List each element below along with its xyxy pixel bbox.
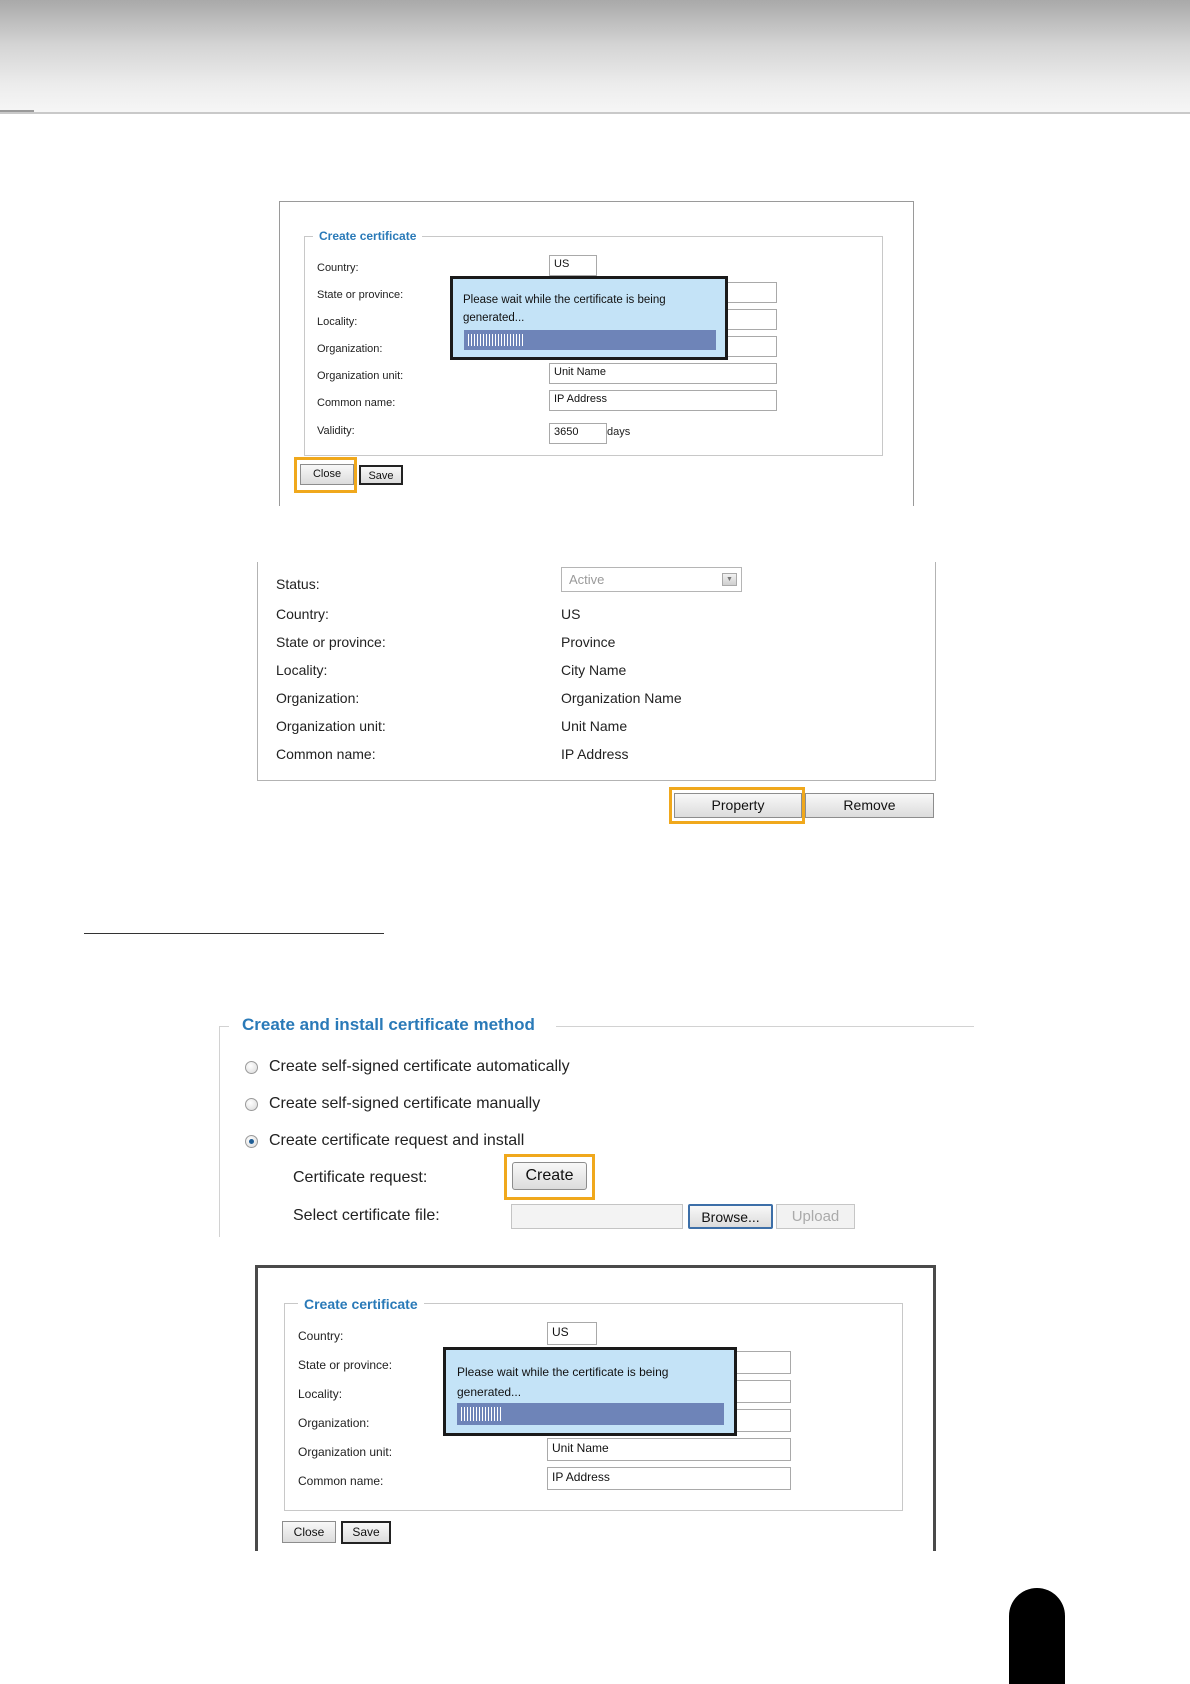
radio-manual-label: Create self-signed certificate manually [269,1095,541,1112]
validity-field[interactable]: 3650 [549,423,607,444]
install-method-fieldset-top-b [556,1026,974,1027]
chevron-down-icon: ▼ [722,573,737,586]
info-organization-label: Organization: [276,690,360,706]
info-locality-label: Locality: [276,662,328,678]
generating-message: Please wait while the certificate is bei… [463,294,666,324]
status-select-value: Active [569,572,605,587]
generating-progress-fill [468,334,524,346]
create-certificate-panel-top: Create certificate Country: State or pro… [279,201,914,506]
install-method-legend: Create and install certificate method [242,1015,535,1034]
bottom-country-label: Country: [298,1329,344,1343]
info-locality-value: City Name [561,662,627,678]
generating-dialog: Please wait while the certificate is bei… [450,276,728,360]
status-select[interactable]: Active ▼ [561,567,742,592]
info-organization-unit-label: Organization unit: [276,718,386,734]
info-common-name-value: IP Address [561,746,629,762]
remove-button[interactable]: Remove [805,793,934,818]
info-organization-unit-value: Unit Name [561,718,628,734]
radio-request-label: Create certificate request and install [269,1132,525,1149]
page-number-tab [1009,1588,1065,1684]
status-label: Status: [276,576,320,592]
common-name-field[interactable]: IP Address [549,390,777,411]
bottom-close-button[interactable]: Close [282,1521,336,1543]
bottom-generating-message: Please wait while the certificate is bei… [457,1365,669,1399]
bottom-organization-unit-label: Organization unit: [298,1445,393,1459]
info-state-value: Province [561,634,616,650]
organization-unit-label: Organization unit: [317,370,404,382]
country-field[interactable]: US [549,255,597,276]
bottom-state-label: State or province: [298,1358,393,1372]
install-method-fieldset-left [219,1026,220,1237]
bottom-generating-progress-bar [457,1403,724,1425]
bottom-generating-progress-fill [461,1407,502,1421]
radio-auto[interactable] [245,1061,258,1074]
bottom-common-name-label: Common name: [298,1474,384,1488]
certificate-request-label: Certificate request: [293,1169,428,1186]
certificate-file-field[interactable] [511,1204,683,1229]
section-divider [84,933,384,934]
create-certificate-legend-bottom: Create certificate [298,1296,424,1312]
bottom-organization-label: Organization: [298,1416,370,1430]
info-organization-value: Organization Name [561,690,682,706]
bottom-common-name-field[interactable]: IP Address [547,1467,791,1490]
create-button-highlight [504,1154,595,1200]
browse-button[interactable]: Browse... [688,1204,773,1229]
organization-unit-field[interactable]: Unit Name [549,363,777,384]
organization-label: Organization: [317,343,383,355]
select-file-label: Select certificate file: [293,1207,440,1224]
header-tick [0,110,34,112]
locality-label: Locality: [317,316,358,328]
create-certificate-legend: Create certificate [313,229,423,243]
validity-label: Validity: [317,425,355,437]
create-certificate-panel-bottom: Create certificate Country: State or pro… [255,1265,936,1551]
validity-unit: days [607,426,631,438]
upload-button[interactable]: Upload [776,1204,855,1229]
country-label: Country: [317,262,359,274]
bottom-generating-dialog: Please wait while the certificate is bei… [443,1347,737,1436]
bottom-save-button[interactable]: Save [341,1521,391,1544]
info-common-name-label: Common name: [276,746,376,762]
info-country-value: US [561,606,581,622]
radio-request[interactable] [245,1135,258,1148]
radio-manual[interactable] [245,1098,258,1111]
radio-auto-label: Create self-signed certificate automatic… [269,1058,570,1075]
info-state-label: State or province: [276,634,386,650]
property-button-highlight [669,787,805,824]
close-button-highlight [294,457,357,493]
info-country-label: Country: [276,606,329,622]
install-method-fieldset-top-a [219,1026,229,1027]
bottom-country-field[interactable]: US [547,1322,597,1345]
page-header-band [0,0,1190,114]
state-label: State or province: [317,289,404,301]
certificate-info-panel: Status: Active ▼ Country: US State or pr… [257,562,936,781]
save-button[interactable]: Save [359,465,403,485]
generating-progress-bar [464,330,716,350]
bottom-organization-unit-field[interactable]: Unit Name [547,1438,791,1461]
bottom-locality-label: Locality: [298,1387,343,1401]
common-name-label: Common name: [317,397,396,409]
